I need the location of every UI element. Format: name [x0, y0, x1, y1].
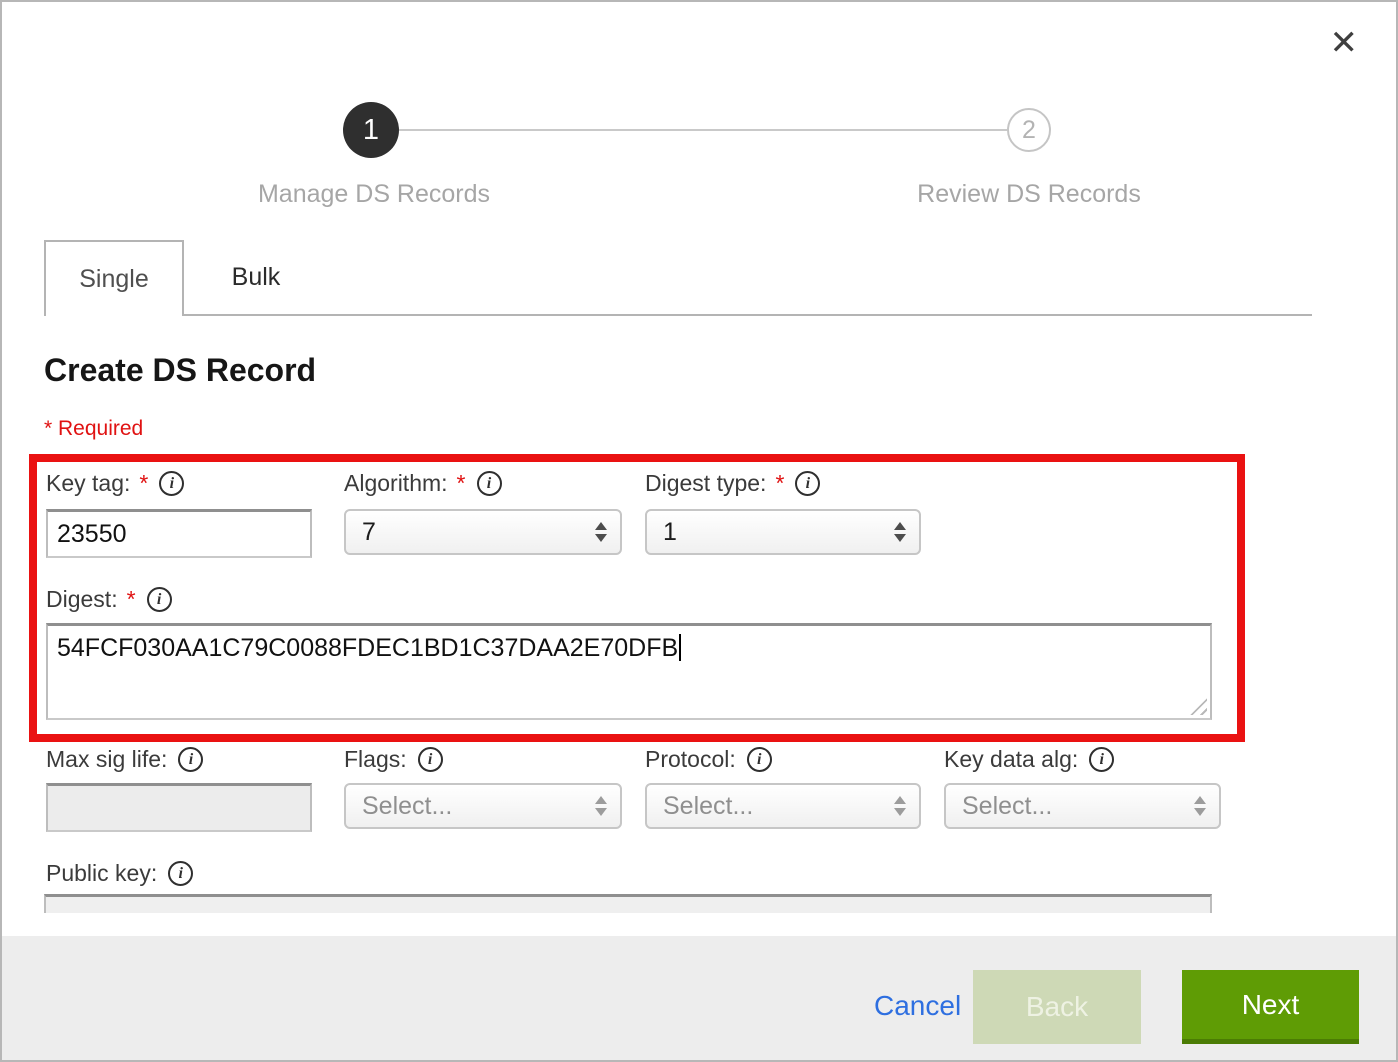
back-button-label: Back	[1026, 991, 1088, 1023]
text-cursor	[679, 634, 681, 661]
info-icon[interactable]: i	[159, 471, 184, 496]
public-key-label-text: Public key:	[46, 860, 157, 887]
step-1-label: Manage DS Records	[214, 180, 534, 209]
info-icon-glyph: i	[806, 476, 810, 492]
create-ds-record-modal: ✕ 1 2 Manage DS Records Review DS Record…	[0, 0, 1398, 1062]
select-arrows-icon	[894, 522, 906, 542]
key-tag-label: Key tag: * i	[46, 470, 184, 497]
tab-bulk[interactable]: Bulk	[186, 240, 326, 314]
algorithm-select[interactable]: 7	[344, 509, 622, 555]
info-icon-glyph: i	[178, 866, 182, 882]
key-data-alg-placeholder: Select...	[962, 792, 1052, 821]
select-arrows-icon	[1194, 796, 1206, 816]
info-icon[interactable]: i	[1089, 747, 1114, 772]
digest-type-label: Digest type: * i	[645, 470, 820, 497]
tab-single-label: Single	[79, 265, 149, 294]
digest-type-selected-value: 1	[663, 518, 677, 547]
digest-textarea[interactable]: 54FCF030AA1C79C0088FDEC1BD1C37DAA2E70DFB	[46, 623, 1212, 720]
required-note: * Required	[44, 417, 143, 441]
flags-select[interactable]: Select...	[344, 783, 622, 829]
info-icon[interactable]: i	[747, 747, 772, 772]
select-arrows-icon	[595, 796, 607, 816]
next-button[interactable]: Next	[1182, 970, 1359, 1044]
back-button[interactable]: Back	[973, 970, 1141, 1044]
protocol-label-text: Protocol:	[645, 746, 736, 773]
public-key-label: Public key: i	[46, 860, 193, 887]
algorithm-label-text: Algorithm:	[344, 470, 448, 497]
tab-bulk-label: Bulk	[232, 263, 281, 292]
info-icon-glyph: i	[487, 476, 491, 492]
public-key-textarea[interactable]	[44, 894, 1212, 913]
info-icon[interactable]: i	[168, 861, 193, 886]
info-icon-glyph: i	[428, 752, 432, 768]
digest-type-select[interactable]: 1	[645, 509, 921, 555]
info-icon[interactable]: i	[178, 747, 203, 772]
digest-label: Digest: * i	[46, 586, 172, 613]
digest-required-asterisk: *	[127, 586, 136, 613]
info-icon[interactable]: i	[477, 471, 502, 496]
select-arrows-icon	[894, 796, 906, 816]
algorithm-label: Algorithm: * i	[344, 470, 502, 497]
step-2-number: 2	[1022, 116, 1036, 145]
key-tag-value: 23550	[57, 520, 127, 549]
stepper-connector-line	[399, 129, 1007, 131]
info-icon-glyph: i	[170, 476, 174, 492]
info-icon[interactable]: i	[795, 471, 820, 496]
next-button-label: Next	[1242, 989, 1300, 1021]
protocol-label: Protocol: i	[645, 746, 772, 773]
key-data-alg-label: Key data alg: i	[944, 746, 1114, 773]
digest-value: 54FCF030AA1C79C0088FDEC1BD1C37DAA2E70DFB	[57, 634, 678, 662]
key-data-alg-label-text: Key data alg:	[944, 746, 1078, 773]
info-icon-glyph: i	[1100, 752, 1104, 768]
info-icon[interactable]: i	[147, 587, 172, 612]
tab-strip: Single Bulk	[44, 240, 1312, 316]
step-2-label: Review DS Records	[869, 180, 1189, 209]
max-sig-life-label-text: Max sig life:	[46, 746, 167, 773]
protocol-placeholder: Select...	[663, 792, 753, 821]
max-sig-life-label: Max sig life: i	[46, 746, 203, 773]
step-1-number: 1	[363, 114, 379, 147]
flags-label-text: Flags:	[344, 746, 407, 773]
flags-placeholder: Select...	[362, 792, 452, 821]
step-1-circle: 1	[343, 102, 399, 158]
resize-grip-icon[interactable]	[1190, 698, 1207, 715]
cancel-button[interactable]: Cancel	[874, 990, 961, 1022]
digest-type-required-asterisk: *	[775, 470, 784, 497]
key-tag-label-text: Key tag:	[46, 470, 130, 497]
close-icon[interactable]: ✕	[1330, 26, 1359, 60]
flags-label: Flags: i	[344, 746, 443, 773]
digest-type-label-text: Digest type:	[645, 470, 766, 497]
key-tag-input[interactable]: 23550	[46, 509, 312, 558]
protocol-select[interactable]: Select...	[645, 783, 921, 829]
key-data-alg-select[interactable]: Select...	[944, 783, 1221, 829]
step-2-circle: 2	[1007, 108, 1051, 152]
info-icon-glyph: i	[757, 752, 761, 768]
tab-single[interactable]: Single	[44, 240, 184, 316]
info-icon-glyph: i	[157, 592, 161, 608]
select-arrows-icon	[595, 522, 607, 542]
algorithm-selected-value: 7	[362, 518, 376, 547]
info-icon[interactable]: i	[418, 747, 443, 772]
key-tag-required-asterisk: *	[139, 470, 148, 497]
digest-label-text: Digest:	[46, 586, 118, 613]
algorithm-required-asterisk: *	[457, 470, 466, 497]
page-title: Create DS Record	[44, 352, 316, 389]
info-icon-glyph: i	[189, 752, 193, 768]
max-sig-life-input[interactable]	[46, 783, 312, 832]
